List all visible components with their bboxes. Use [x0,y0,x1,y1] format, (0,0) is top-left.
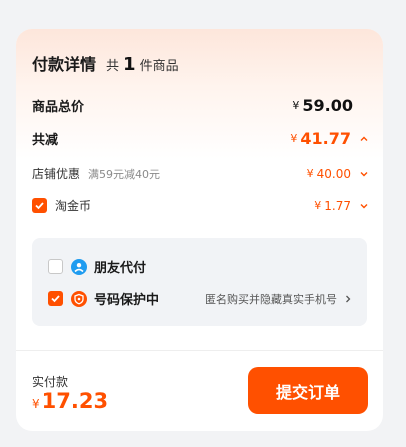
taojinbi-amount: ¥ 1.77 [314,199,369,213]
store-discount-row[interactable]: 店铺优惠 满59元减40元 ¥ 40.00 [32,165,369,182]
currency-symbol: ¥ [306,167,314,180]
store-discount-amount: ¥ 40.00 [307,167,369,181]
discount-total-label: 共减 [32,133,59,148]
friend-pay-row[interactable]: 朋友代付 [48,257,353,276]
shield-phone-icon [71,290,87,307]
store-discount-value: 40.00 [316,166,351,181]
currency-symbol: ¥ [292,99,300,112]
number-protect-checkbox[interactable] [48,291,63,306]
item-count-suffix: 件商品 [139,59,179,74]
actual-payment-label: 实付款 [32,375,69,389]
chevron-right-icon [346,295,351,302]
number-protect-desc-text: 匿名购买并隐藏真实手机号 [205,292,337,306]
chevron-down-icon[interactable] [359,201,369,211]
taojinbi-value: 1.77 [324,198,351,213]
store-discount-label: 店铺优惠 [32,167,81,181]
actual-payment-value: 17.23 [41,389,109,413]
chevron-down-icon[interactable] [359,169,369,179]
friend-pay-label: 朋友代付 [94,261,147,276]
discount-total-value: 41.77 [300,129,351,148]
number-protect-row[interactable]: 号码保护中 匿名购买并隐藏真实手机号 [48,289,353,308]
item-count: 1 [123,54,136,75]
extra-options-panel: 朋友代付 号码保护中 匿名购买并隐藏真实手机号 [32,238,367,326]
footer-divider [16,350,383,351]
total-price-label: 商品总价 [32,100,85,115]
discount-total-amount: ¥ 41.77 [290,129,369,148]
store-discount-hint: 满59元减40元 [88,167,161,181]
checkmark-icon [51,295,60,303]
actual-payment-amount: ¥ 17.23 [32,389,108,413]
taojinbi-label: 淘金币 [55,199,92,213]
currency-symbol: ¥ [32,397,40,411]
currency-symbol: ¥ [314,199,322,212]
number-protect-label: 号码保护中 [94,293,160,308]
payment-header: 付款详情 共 1 件商品 [32,51,179,75]
total-price-row: 商品总价 ¥ 59.00 [32,96,369,115]
total-price-value: 59.00 [302,96,353,115]
taojinbi-checkbox[interactable] [32,198,47,213]
item-count-prefix: 共 [106,59,120,74]
discount-total-row[interactable]: 共减 ¥ 41.77 [32,129,369,148]
friend-pay-icon [71,258,87,275]
payment-details-card: 付款详情 共 1 件商品 商品总价 ¥ 59.00 共减 ¥ 41.77 店铺优… [16,29,383,431]
chevron-up-icon[interactable] [359,134,369,144]
currency-symbol: ¥ [290,132,298,145]
submit-order-button[interactable]: 提交订单 [248,367,368,414]
friend-pay-checkbox[interactable] [48,259,63,274]
taojinbi-row: 淘金币 ¥ 1.77 [32,197,369,214]
checkmark-icon [35,202,44,210]
total-price-amount: ¥ 59.00 [292,96,353,115]
payment-title: 付款详情 [32,55,97,74]
number-protect-desc[interactable]: 匿名购买并隐藏真实手机号 [205,291,353,307]
